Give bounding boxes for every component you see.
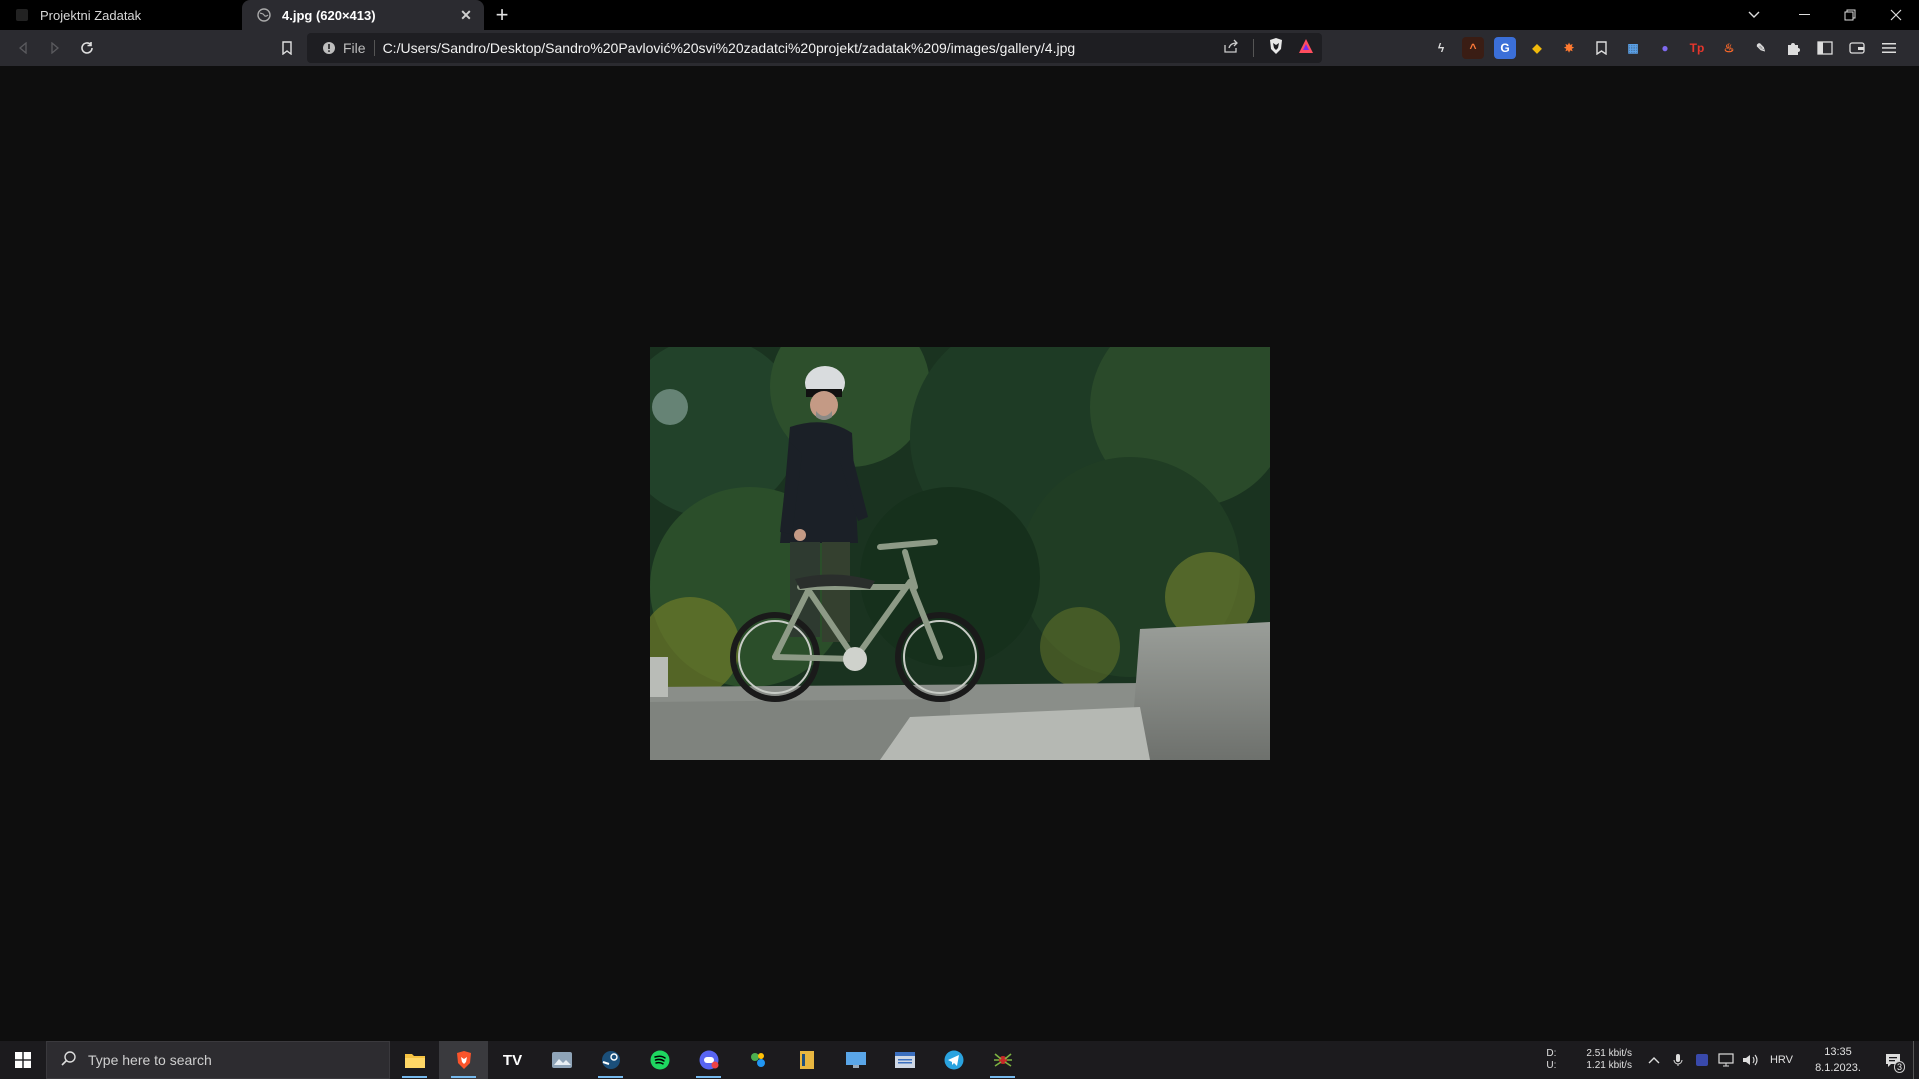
search-placeholder: Type here to search [88, 1052, 212, 1068]
search-icon [61, 1051, 76, 1069]
tradingview-icon[interactable]: TV [488, 1041, 537, 1079]
globe-icon [256, 7, 272, 23]
volume-icon[interactable] [1738, 1041, 1762, 1079]
network-speed-meter: D: U: 2.51 kbit/s 1.21 kbit/s [1546, 1048, 1632, 1072]
spider-app-icon[interactable] [978, 1041, 1027, 1079]
close-tab-icon[interactable]: ✕ [458, 7, 474, 23]
address-bar[interactable]: File C:/Users/Sandro/Desktop/Sandro%20Pa… [307, 33, 1322, 63]
notification-count-badge: 3 [1893, 1061, 1905, 1073]
tab-projektni-zadatak[interactable]: Projektni Zadatak [0, 0, 242, 30]
show-desktop-button[interactable] [1913, 1041, 1919, 1079]
url-scheme-label: File [343, 40, 375, 56]
sidebar-icon[interactable] [1814, 37, 1836, 59]
discord-icon[interactable] [684, 1041, 733, 1079]
file-explorer-icon[interactable] [390, 1041, 439, 1079]
upload-speed: 1.21 kbit/s [1586, 1060, 1632, 1071]
bookmark-ext-icon[interactable] [1590, 37, 1612, 59]
back-button[interactable] [8, 33, 38, 63]
bmx-rider-photo[interactable] [650, 347, 1270, 760]
window-controls [1781, 0, 1919, 30]
menu-icon[interactable] [1878, 37, 1900, 59]
tray-app-icon[interactable] [1690, 1041, 1714, 1079]
tp-ext-icon[interactable]: Tp [1686, 37, 1708, 59]
document-app-icon[interactable] [880, 1041, 929, 1079]
extensions-icon[interactable] [1782, 37, 1804, 59]
book-app-icon[interactable] [782, 1041, 831, 1079]
notification-center-icon[interactable]: 3 [1873, 1041, 1913, 1079]
steam-icon[interactable] [586, 1041, 635, 1079]
spotify-icon[interactable] [635, 1041, 684, 1079]
network-app-icon[interactable] [733, 1041, 782, 1079]
reload-button[interactable] [72, 33, 102, 63]
windows-taskbar: Type here to search TV D: U: 2.51 kbit/s… [0, 1041, 1919, 1079]
system-tray: D: U: 2.51 kbit/s 1.21 kbit/s HRV 13:35 … [1546, 1041, 1919, 1079]
remote-desktop-icon[interactable] [831, 1041, 880, 1079]
page-favicon-icon [14, 7, 30, 23]
binance-ext-icon[interactable]: ◆ [1526, 37, 1548, 59]
address-bar-actions [1223, 33, 1314, 63]
tab-4-jpg[interactable]: 4.jpg (620×413) ✕ [242, 0, 484, 30]
spark-ext-icon[interactable]: ✸ [1558, 37, 1580, 59]
clock-date: 8.1.2023. [1815, 1062, 1861, 1074]
taskbar-clock[interactable]: 13:35 8.1.2023. [1803, 1044, 1873, 1076]
network-icon[interactable] [1714, 1041, 1738, 1079]
pen-ext-icon[interactable]: ✎ [1750, 37, 1772, 59]
restore-button[interactable] [1827, 0, 1873, 30]
download-label: D: [1546, 1048, 1557, 1059]
taskbar-search-box[interactable]: Type here to search [46, 1041, 390, 1079]
translate-ext-icon[interactable]: G [1494, 37, 1516, 59]
clock-time: 13:35 [1824, 1046, 1852, 1058]
forward-button[interactable] [40, 33, 70, 63]
extensions-bar: ϟ ^ G ◆ ✸ ▦ ● Tp ♨ ✎ [1430, 33, 1900, 63]
tab-search-chevron-icon[interactable] [1731, 0, 1777, 30]
close-window-button[interactable] [1873, 0, 1919, 30]
ghost-ext-icon[interactable]: ● [1654, 37, 1676, 59]
site-info-icon[interactable] [315, 41, 343, 55]
wallet-icon[interactable] [1846, 37, 1868, 59]
page-viewport [0, 66, 1919, 1041]
url-text[interactable]: C:/Users/Sandro/Desktop/Sandro%20Pavlovi… [383, 40, 1076, 56]
input-language-indicator[interactable]: HRV [1770, 1054, 1793, 1066]
tab-strip: Projektni Zadatak 4.jpg (620×413) ✕ + [0, 0, 1919, 30]
telegram-icon[interactable] [929, 1041, 978, 1079]
fire-ext-icon[interactable]: ♨ [1718, 37, 1740, 59]
windows-start-icon[interactable] [0, 1041, 46, 1079]
lightning-ext-icon[interactable]: ϟ [1430, 37, 1452, 59]
new-tab-button[interactable]: + [484, 0, 520, 30]
upload-label: U: [1546, 1060, 1557, 1071]
grid-ext-icon[interactable]: ▦ [1622, 37, 1644, 59]
download-speed: 2.51 kbit/s [1586, 1048, 1632, 1059]
tab-title: Projektni Zadatak [40, 7, 142, 23]
show-hidden-icons-chevron-icon[interactable] [1642, 1041, 1666, 1079]
brave-rewards-icon[interactable] [1298, 38, 1314, 59]
minimize-button[interactable] [1781, 0, 1827, 30]
brave-browser-icon[interactable] [439, 1041, 488, 1079]
tab-title: 4.jpg (620×413) [282, 7, 376, 23]
share-icon[interactable] [1223, 39, 1239, 58]
brave-shields-icon[interactable] [1268, 37, 1284, 60]
microphone-icon[interactable] [1666, 1041, 1690, 1079]
photos-icon[interactable] [537, 1041, 586, 1079]
divider [1253, 39, 1254, 57]
bookmark-icon[interactable] [272, 33, 302, 63]
browser-toolbar: File C:/Users/Sandro/Desktop/Sandro%20Pa… [0, 30, 1919, 66]
readwise-ext-icon[interactable]: ^ [1462, 37, 1484, 59]
